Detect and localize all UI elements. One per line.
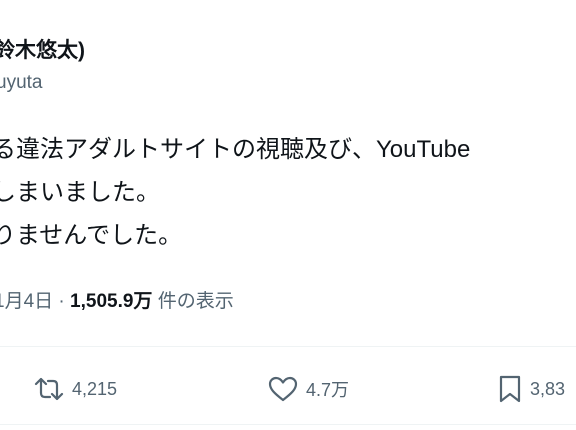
tweet-date[interactable]: 1月4日 [0,291,53,312]
heart-icon [268,376,298,402]
bookmark-count: 3,83 [530,378,566,399]
tweet-text-line: りませんでした。 [0,222,183,249]
like-button[interactable]: 4.7万 [268,372,349,406]
tweet-card: 鈴木悠太) uyuta る違法アダルトサイトの視聴及び、YouTube しまいま… [0,0,576,430]
divider [0,424,576,425]
bookmark-button[interactable]: 3,83 [498,372,565,406]
bookmark-icon [498,375,522,403]
meta-separator: · [53,291,71,312]
tweet-meta: 1月4日 · 1,505.9万 件の表示 [0,286,234,313]
tweet-text-line: る違法アダルトサイトの視聴及び、YouTube [0,136,471,163]
divider [0,346,576,347]
views-count: 1,505.9万 [70,291,153,312]
author-handle[interactable]: uyuta [0,72,42,94]
views-label: 件の表示 [152,291,234,312]
like-count: 4.7万 [306,380,350,400]
retweet-icon [34,376,64,402]
tweet-text: る違法アダルトサイトの視聴及び、YouTube しまいました。 りませんでした。 [0,128,470,257]
tweet-text-line: しまいました。 [0,179,160,206]
author-display-name[interactable]: 鈴木悠太) [0,34,85,64]
retweet-button[interactable]: 4,215 [34,372,117,406]
retweet-count: 4,215 [72,378,118,399]
